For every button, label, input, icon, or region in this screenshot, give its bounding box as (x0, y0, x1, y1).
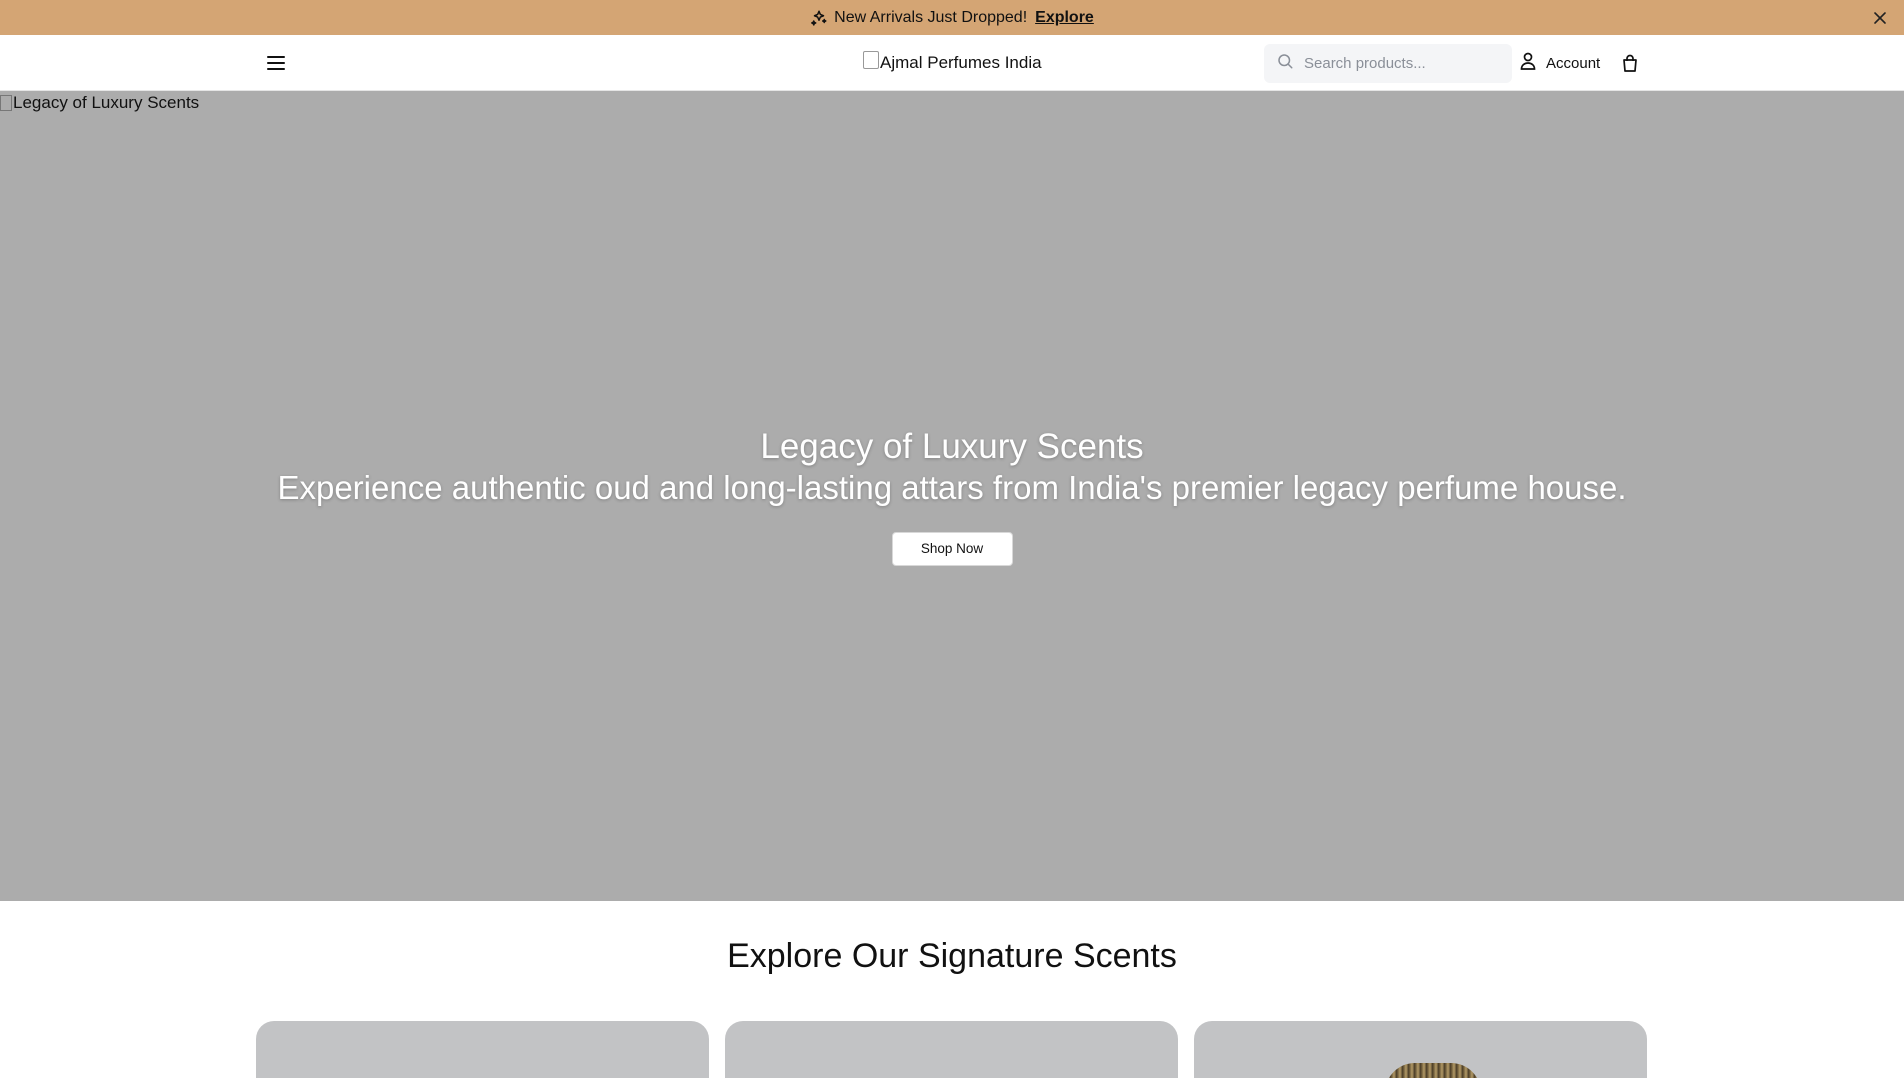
close-icon[interactable] (1870, 8, 1890, 28)
scent-card[interactable] (1194, 1021, 1647, 1078)
account-link[interactable]: Account (1520, 51, 1600, 75)
explore-link[interactable]: Explore (1035, 9, 1094, 27)
hero-banner: Legacy of Luxury Scents Legacy of Luxury… (0, 91, 1904, 901)
announcement-message: New Arrivals Just Dropped! (834, 8, 1028, 26)
announcement-bar: New Arrivals Just Dropped! Explore (0, 0, 1904, 35)
shop-now-button[interactable]: Shop Now (891, 532, 1013, 566)
hero-content: Legacy of Luxury Scents Experience authe… (0, 426, 1904, 566)
section-title: Explore Our Signature Scents (727, 937, 1177, 975)
menu-icon[interactable] (262, 51, 290, 75)
shopping-bag-icon[interactable] (1619, 51, 1641, 75)
broken-image-icon (863, 51, 879, 69)
broken-image-icon (0, 95, 12, 111)
hero-image: Legacy of Luxury Scents (0, 93, 199, 113)
search-icon (1276, 52, 1294, 75)
sparkle-icon (810, 9, 828, 27)
scent-cards (256, 1021, 1648, 1078)
hero-image-alt: Legacy of Luxury Scents (13, 93, 200, 112)
site-logo[interactable]: Ajmal Perfumes India (863, 50, 1042, 76)
logo-alt-text: Ajmal Perfumes India (880, 53, 1042, 72)
hero-subtitle: Experience authentic oud and long-lastin… (277, 469, 1627, 506)
account-label: Account (1546, 54, 1601, 72)
user-icon (1520, 52, 1536, 74)
perfume-bottle-image (1385, 1063, 1481, 1078)
scent-card[interactable] (725, 1021, 1178, 1078)
hero-title: Legacy of Luxury Scents (760, 427, 1144, 466)
search-input[interactable] (1304, 55, 1494, 72)
site-header: Ajmal Perfumes India Account (0, 35, 1904, 91)
search-box[interactable] (1264, 44, 1512, 83)
scent-card[interactable] (256, 1021, 709, 1078)
